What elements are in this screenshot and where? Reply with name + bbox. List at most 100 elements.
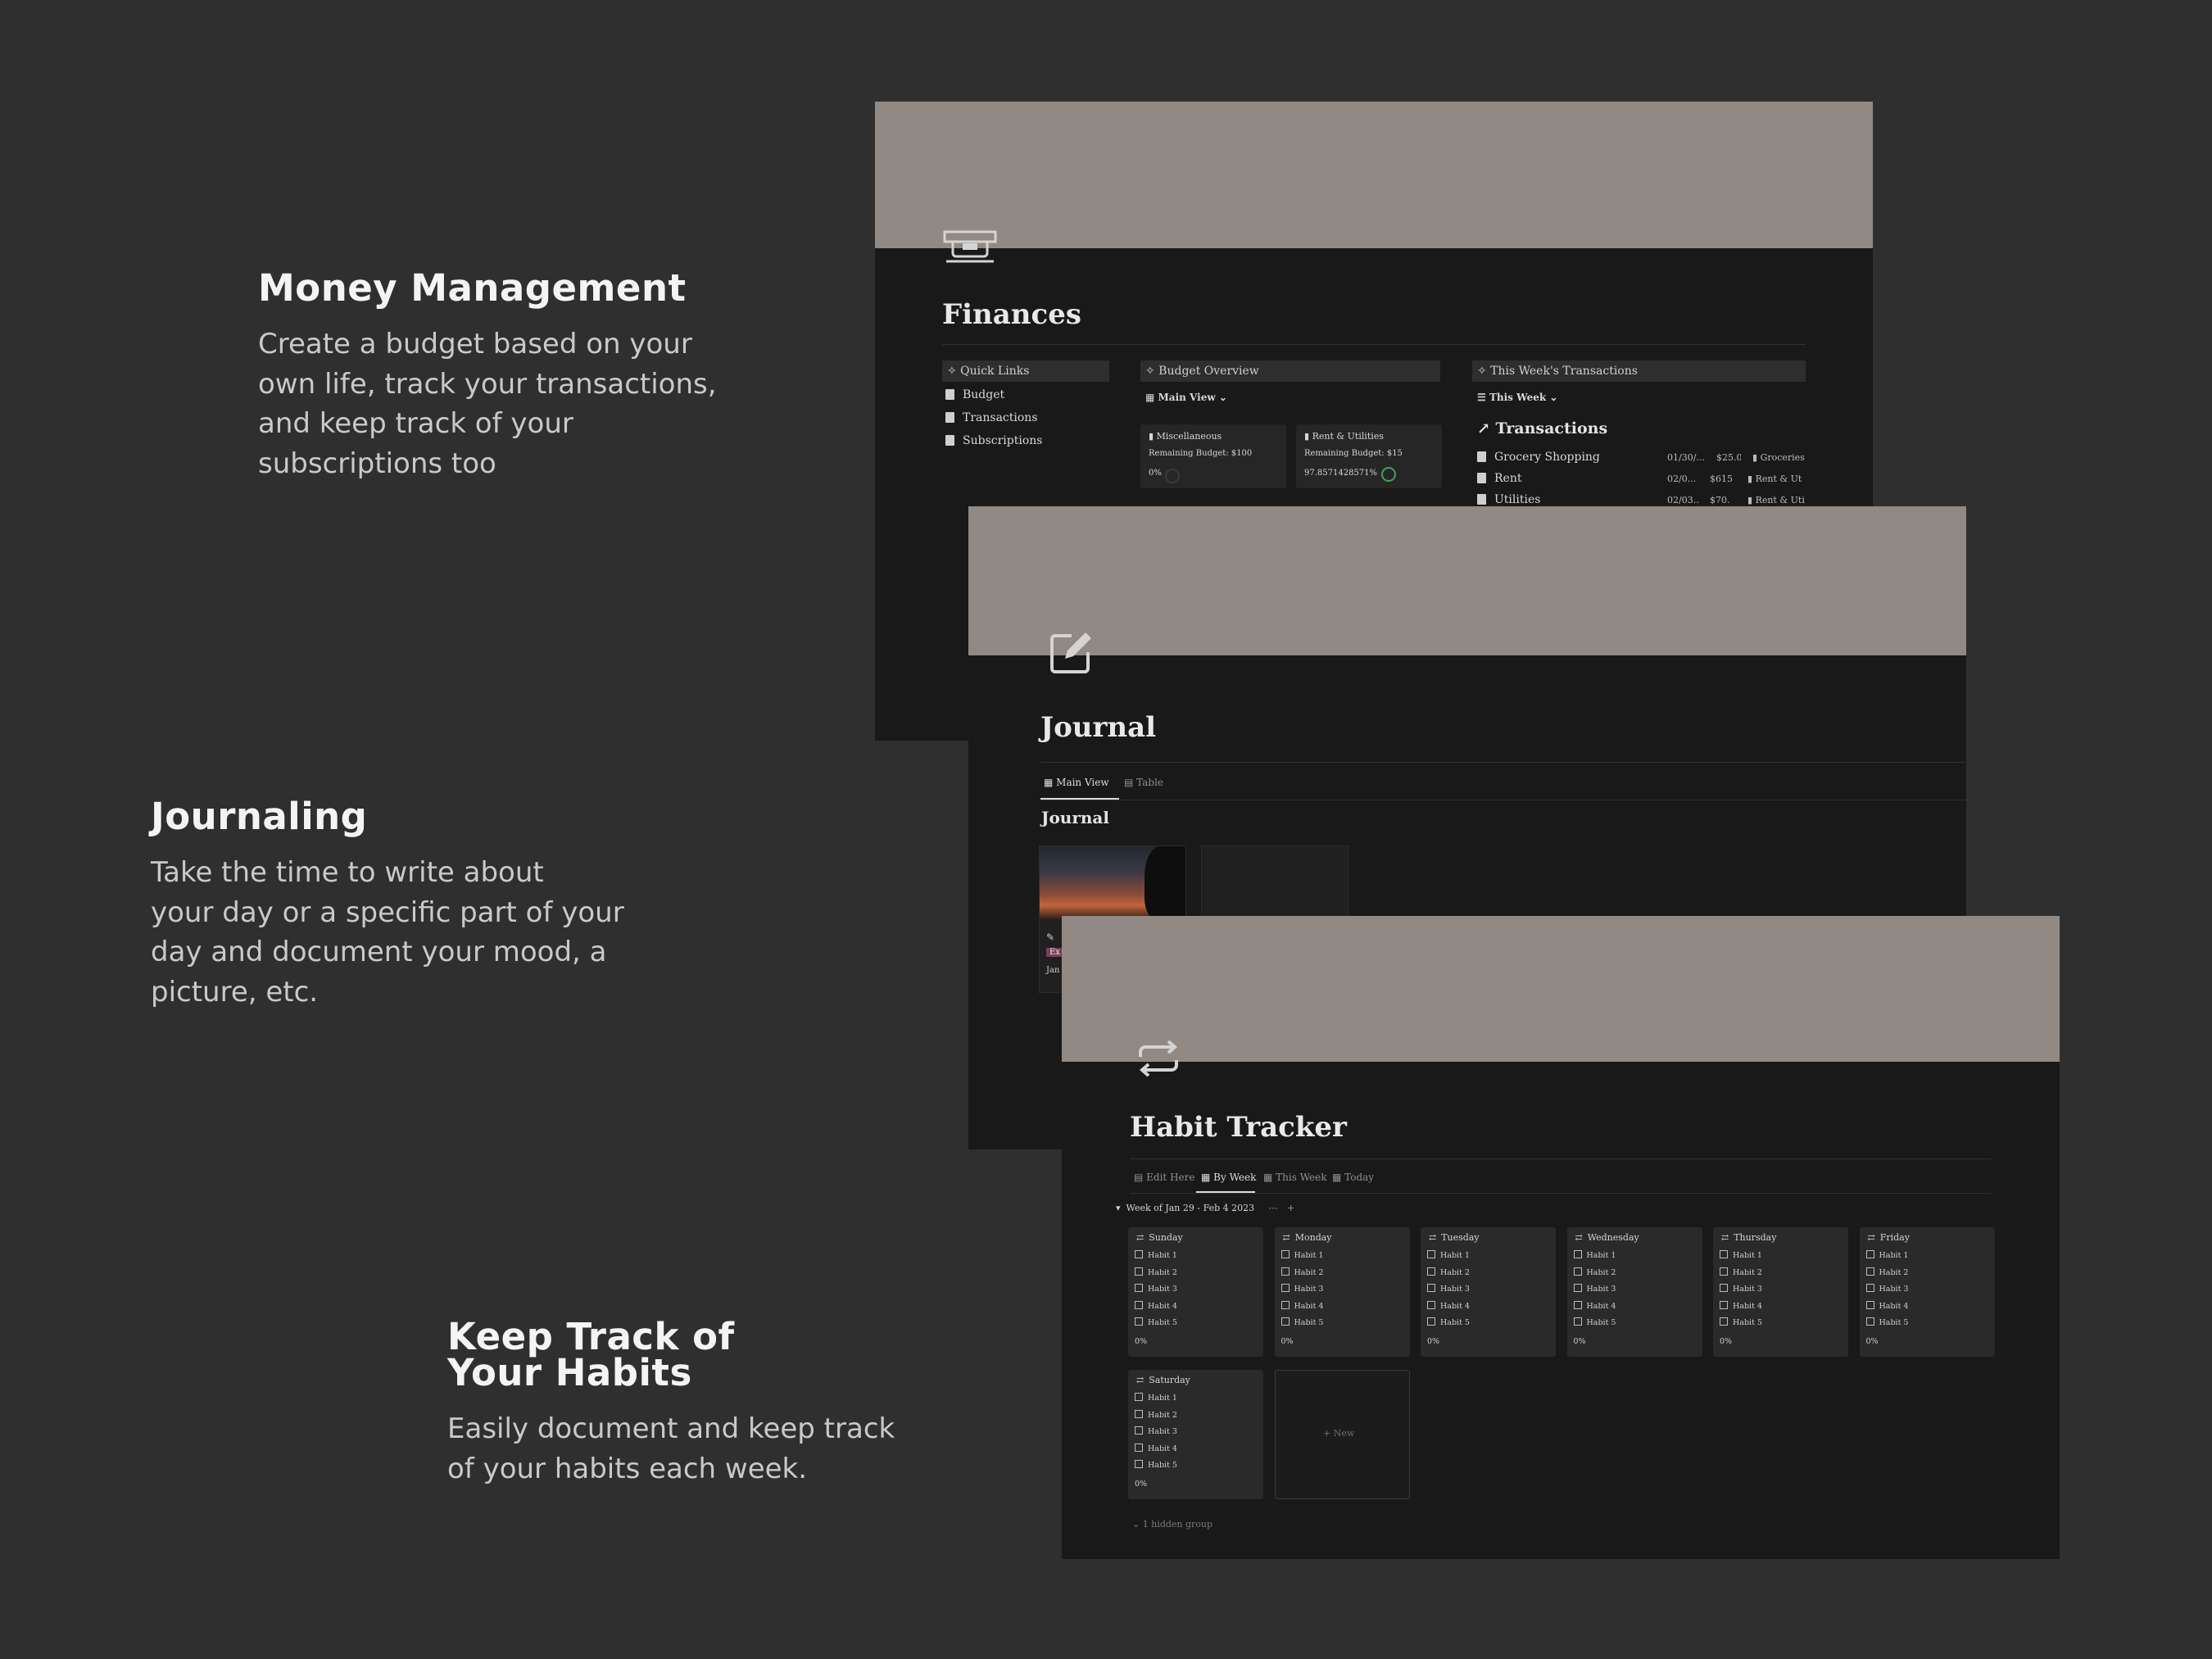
day-card-friday[interactable]: ⇄ Friday Habit 1 Habit 2 Habit 3 Habit 4 Habit… (1859, 1227, 1995, 1357)
habit-checkbox[interactable]: Habit 1 (1281, 1250, 1323, 1260)
bookmark-icon: ▮ (1747, 474, 1756, 484)
habit-label: Habit 1 (1586, 1251, 1616, 1260)
day-card-saturday[interactable]: ⇄ Saturday Habit 1 Habit 2 Habit 3 Habit 4 Hab… (1128, 1370, 1263, 1499)
habit-checkbox[interactable]: Habit 4 (1135, 1300, 1177, 1311)
budget-view-switcher[interactable]: ▦ Main View ⌄ (1145, 392, 1227, 403)
habit-checkbox[interactable]: Habit 4 (1573, 1300, 1616, 1311)
tab-edit-here[interactable]: ▤ Edit Here (1134, 1172, 1194, 1183)
day-card-sunday[interactable]: ⇄ Sunday Habit 1 Habit 2 Habit 3 Habit 4 Habit… (1128, 1227, 1263, 1357)
budget-card-miscellaneous[interactable]: ▮ Miscellaneous Remaining Budget: $100 0… (1140, 424, 1286, 488)
checkbox-icon (1865, 1267, 1874, 1276)
tab-main-view[interactable]: ▦ Main View (1044, 777, 1109, 788)
tab-today[interactable]: ▦ Today (1332, 1172, 1374, 1183)
habit-label: Habit 2 (1294, 1267, 1324, 1277)
hidden-group-toggle[interactable]: ⌄ 1 hidden group (1132, 1519, 1213, 1530)
habit-checkbox[interactable]: Habit 1 (1135, 1250, 1177, 1260)
habit-label: Habit 1 (1733, 1251, 1762, 1260)
table-icon: ▤ (1134, 1172, 1147, 1183)
day-name: ⇄ Monday (1283, 1232, 1332, 1243)
habit-checkbox[interactable]: Habit 3 (1135, 1426, 1177, 1436)
habits-copy: Keep Track of Your Habits Easily documen… (447, 1318, 955, 1489)
checkbox-icon (1135, 1409, 1143, 1418)
habit-checkbox[interactable]: Habit 4 (1865, 1300, 1908, 1311)
repeat-icon (1135, 1040, 1181, 1080)
day-card-tuesday[interactable]: ⇄ Tuesday Habit 1 Habit 2 Habit 3 Habit 4 Habi… (1421, 1227, 1556, 1357)
journaling-copy: Journaling Take the time to write about … (151, 795, 659, 1012)
habit-checkbox[interactable]: Habit 3 (1720, 1284, 1762, 1294)
habit-checkbox[interactable]: Habit 5 (1135, 1460, 1177, 1470)
habit-checkbox[interactable]: Habit 4 (1281, 1300, 1323, 1311)
checkbox-icon (1427, 1317, 1435, 1326)
checkbox-icon (1573, 1250, 1582, 1258)
habit-checkbox[interactable]: Habit 4 (1427, 1300, 1470, 1311)
habit-checkbox[interactable]: Habit 3 (1865, 1284, 1908, 1294)
habit-checkbox[interactable]: Habit 3 (1573, 1284, 1616, 1294)
habit-checkbox[interactable]: Habit 2 (1573, 1267, 1616, 1277)
day-card-wednesday[interactable]: ⇄ Wednesday Habit 1 Habit 2 Habit 3 Habit 4 Ha… (1566, 1227, 1702, 1357)
habit-label: Habit 5 (1294, 1318, 1324, 1327)
gallery-view-icon: ▦ (1145, 392, 1158, 403)
chevron-down-icon: ⌄ (1132, 1519, 1143, 1530)
habit-checkbox[interactable]: Habit 1 (1865, 1250, 1908, 1260)
checkbox-icon (1865, 1300, 1874, 1309)
habit-checkbox[interactable]: Habit 2 (1135, 1267, 1177, 1277)
quick-link-transactions[interactable]: Transactions (945, 411, 1038, 424)
transaction-row[interactable]: Rent (1477, 472, 1674, 485)
new-day-card[interactable]: + New (1275, 1370, 1410, 1499)
checkbox-icon (1865, 1284, 1874, 1292)
quick-link-budget[interactable]: Budget (945, 388, 1004, 401)
repeat-icon: ⇄ (1721, 1232, 1729, 1243)
week-group-header[interactable]: ▾ Week of Jan 29 - Feb 4 2023 ⋯ + (1116, 1203, 1294, 1213)
day-name: ⇄ Sunday (1136, 1232, 1183, 1243)
habit-checkbox[interactable]: Habit 3 (1135, 1284, 1177, 1294)
habit-checkbox[interactable]: Habit 2 (1135, 1409, 1177, 1420)
habit-label: Habit 4 (1148, 1301, 1177, 1311)
day-name: ⇄ Saturday (1136, 1375, 1190, 1385)
habit-checkbox[interactable]: Habit 3 (1427, 1284, 1470, 1294)
day-label: Thursday (1734, 1232, 1777, 1243)
quick-link-subscriptions[interactable]: Subscriptions (945, 434, 1042, 447)
journaling-heading: Journaling (151, 795, 368, 838)
habit-checkbox[interactable]: Habit 1 (1720, 1250, 1762, 1260)
habit-label: Habit 5 (1586, 1318, 1616, 1327)
day-label: Saturday (1149, 1375, 1190, 1385)
habit-checkbox[interactable]: Habit 5 (1427, 1317, 1470, 1327)
transaction-category: ▮ Groceries (1752, 452, 1805, 463)
habit-checkbox[interactable]: Habit 5 (1573, 1317, 1616, 1327)
checkbox-icon (1135, 1426, 1143, 1435)
habit-checkbox[interactable]: Habit 1 (1427, 1250, 1470, 1260)
repeat-icon: ⇄ (1575, 1232, 1583, 1243)
transaction-row[interactable]: Utilities (1477, 493, 1674, 506)
habit-checkbox[interactable]: Habit 4 (1135, 1443, 1177, 1453)
transaction-date: 02/03... (1667, 495, 1700, 505)
entry-date: Jan (1046, 966, 1060, 975)
day-card-thursday[interactable]: ⇄ Thursday Habit 1 Habit 2 Habit 3 Habit 4 Hab… (1713, 1227, 1848, 1357)
habit-checkbox[interactable]: Habit 2 (1427, 1267, 1470, 1277)
money-management-body: Create a budget based on your own life, … (258, 328, 717, 480)
tab-by-week[interactable]: ▦ By Week (1201, 1172, 1256, 1183)
tab-this-week[interactable]: ▦ This Week (1263, 1172, 1327, 1183)
habit-checkbox[interactable]: Habit 3 (1281, 1284, 1323, 1294)
money-management-copy: Money Management Create a budget based o… (258, 270, 766, 483)
habit-checkbox[interactable]: Habit 1 (1135, 1393, 1177, 1403)
budget-card-rent-utilities[interactable]: ▮ Rent & Utilities Remaining Budget: $15… (1296, 424, 1442, 488)
title-divider (942, 344, 1806, 345)
more-icon[interactable]: ⋯ (1269, 1203, 1278, 1213)
habit-checkbox[interactable]: Habit 5 (1720, 1317, 1762, 1327)
add-icon[interactable]: + (1287, 1203, 1294, 1213)
habit-checkbox[interactable]: Habit 5 (1281, 1317, 1324, 1327)
habit-checkbox[interactable]: Habit 2 (1281, 1267, 1324, 1277)
edit-icon (1047, 628, 1096, 680)
habit-checkbox[interactable]: Habit 4 (1720, 1300, 1762, 1311)
habit-checkbox[interactable]: Habit 5 (1135, 1317, 1177, 1327)
habit-checkbox[interactable]: Habit 1 (1573, 1250, 1616, 1260)
day-card-monday[interactable]: ⇄ Monday Habit 1 Habit 2 Habit 3 Habit 4 Habit… (1274, 1227, 1410, 1357)
journal-cover (968, 506, 1966, 655)
day-label: Friday (1879, 1232, 1910, 1243)
habit-checkbox[interactable]: Habit 2 (1720, 1267, 1762, 1277)
tab-table[interactable]: ▤ Table (1124, 777, 1163, 788)
habit-checkbox[interactable]: Habit 2 (1865, 1267, 1908, 1277)
habit-checkbox[interactable]: Habit 5 (1865, 1317, 1908, 1327)
transactions-view-switcher[interactable]: ☰ This Week ⌄ (1477, 392, 1557, 403)
transaction-row[interactable]: Grocery Shopping (1477, 451, 1674, 464)
